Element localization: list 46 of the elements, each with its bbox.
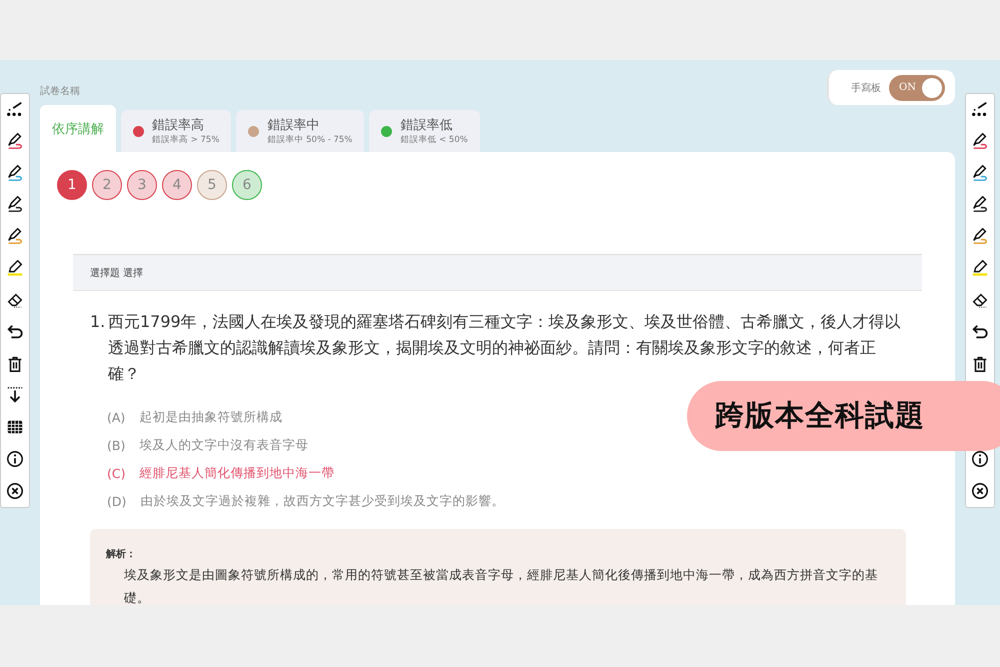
question-type: 選擇題 選擇 <box>90 266 144 280</box>
answer-option: (C) 經腓尼基人簡化傳播到地中海一帶 <box>107 459 334 487</box>
promo-banner: 跨版本全科試題 <box>687 381 1000 451</box>
pen-icon[interactable] <box>971 227 989 246</box>
answer-option: (B) 埃及人的文字中沒有表音字母 <box>107 431 308 459</box>
trash-icon[interactable] <box>971 354 989 373</box>
info-icon[interactable] <box>971 450 989 468</box>
tab[interactable]: 錯誤率中 錯誤率中 50% - 75% <box>236 110 364 152</box>
arrow-down-icon[interactable] <box>6 386 24 404</box>
pen-icon[interactable] <box>6 164 24 182</box>
question-number-label: 1. <box>90 311 106 333</box>
undo-icon[interactable] <box>971 322 989 341</box>
close-icon[interactable] <box>971 482 989 500</box>
pen-icon[interactable] <box>6 132 24 150</box>
info-icon[interactable] <box>6 450 24 468</box>
dotted-line-icon[interactable] <box>6 100 24 118</box>
tab[interactable]: 錯誤率低 錯誤率低 < 50% <box>369 110 480 152</box>
answer-option: (A) 起初是由抽象符號所構成 <box>107 403 282 431</box>
eraser-icon[interactable] <box>971 290 989 309</box>
pen-icon[interactable] <box>971 164 989 182</box>
exam-title: 試卷名稱 <box>40 84 80 98</box>
pen-icon[interactable] <box>6 227 24 246</box>
question-number[interactable]: 2 <box>92 170 122 200</box>
handwriting-switch[interactable]: ON <box>889 74 945 100</box>
pen-icon[interactable] <box>971 195 989 214</box>
explanation-text: 埃及象形文是由圖象符號所構成的，常用的符號甚至被當成表音字母，經腓尼基人簡化後傳播到地中海一帶，成為西方拼音文字的基礎。 <box>123 566 879 605</box>
highlighter-icon[interactable] <box>971 259 989 278</box>
eraser-icon[interactable] <box>6 290 24 309</box>
grid-icon[interactable] <box>6 418 24 436</box>
highlighter-icon[interactable] <box>6 259 24 278</box>
close-icon[interactable] <box>6 482 24 500</box>
handwriting-label: 手寫板 <box>851 82 881 94</box>
tab[interactable]: 依序講解 <box>40 105 116 152</box>
question-number[interactable]: 1 <box>57 170 87 200</box>
undo-icon[interactable] <box>6 322 24 341</box>
question-number[interactable]: 5 <box>197 170 227 200</box>
pen-icon[interactable] <box>971 132 989 150</box>
pen-icon[interactable] <box>6 195 24 214</box>
tab[interactable]: 錯誤率高 錯誤率高 > 75% <box>121 110 232 152</box>
trash-icon[interactable] <box>6 354 24 373</box>
explanation-label: 解析： <box>106 548 137 561</box>
question-number[interactable]: 6 <box>232 170 262 200</box>
dotted-line-icon[interactable] <box>971 100 989 118</box>
question-number[interactable]: 3 <box>127 170 157 200</box>
question-number[interactable]: 4 <box>162 170 192 200</box>
answer-option: (D) 由於埃及文字過於複雜，故西方文字甚少受到埃及文字的影響。 <box>107 487 504 515</box>
